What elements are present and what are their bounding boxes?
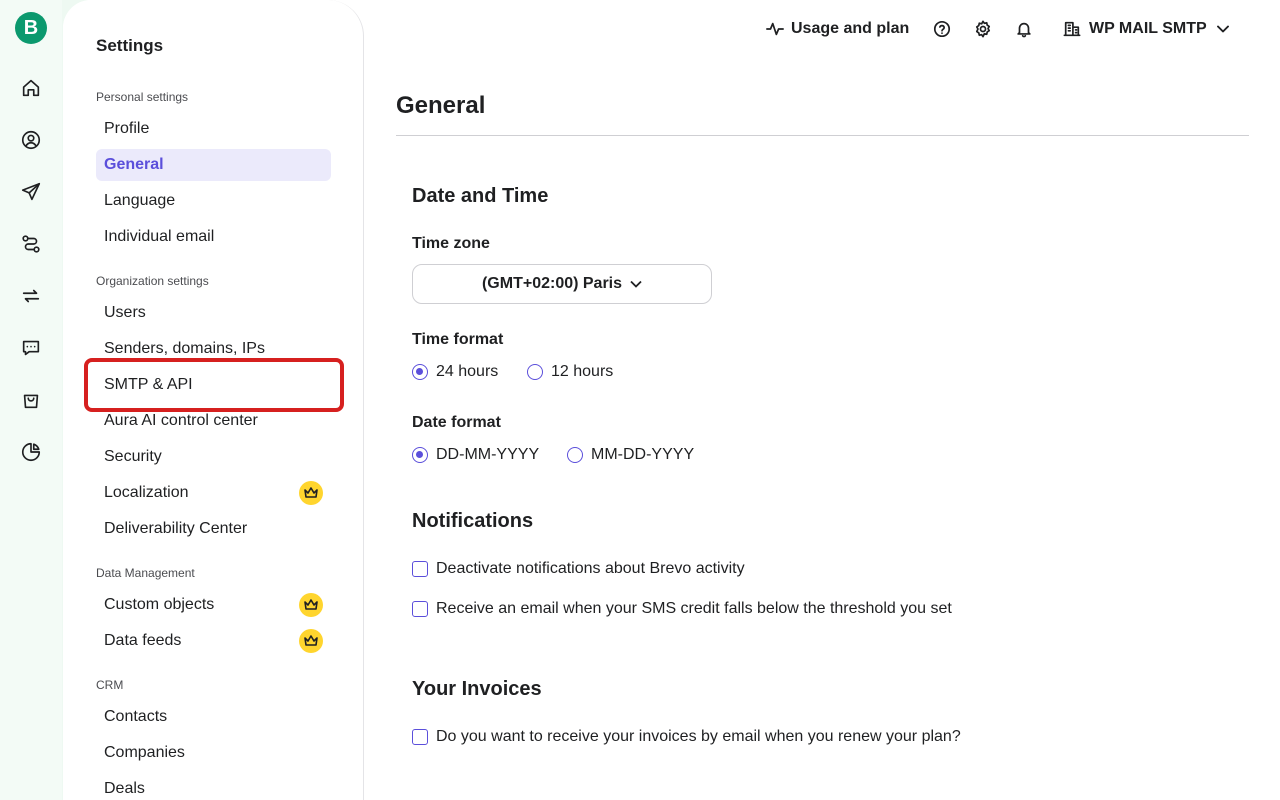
checkbox-sms-credit-email[interactable]: Receive an email when your SMS credit fa… (412, 600, 952, 618)
sidebar-item-general[interactable]: General (96, 149, 331, 181)
radio-dot (567, 447, 583, 463)
checkbox-label: Receive an email when your SMS credit fa… (436, 600, 952, 617)
gear-icon (975, 20, 991, 38)
radio-label: 24 hours (436, 363, 499, 380)
sidebar-item-deliverability[interactable]: Deliverability Center (96, 513, 331, 545)
usage-and-plan-button[interactable]: Usage and plan (766, 18, 909, 40)
contacts-icon[interactable] (19, 128, 43, 152)
transactional-icon[interactable] (19, 284, 43, 308)
radio-dot-selected (412, 447, 428, 463)
date-time-heading: Date and Time (412, 185, 549, 207)
timezone-value: (GMT+02:00) Paris (481, 275, 623, 292)
checkbox-label: Do you want to receive your invoices by … (436, 728, 961, 745)
title-divider (396, 135, 1249, 136)
help-icon (933, 20, 951, 38)
sidebar-item-deals[interactable]: Deals (96, 773, 331, 800)
sidebar-item-language[interactable]: Language (96, 185, 331, 217)
automations-icon[interactable] (19, 232, 43, 256)
sidebar-item-profile[interactable]: Profile (96, 113, 331, 145)
radio-24-hours[interactable]: 24 hours (412, 363, 498, 381)
home-icon[interactable] (19, 76, 43, 100)
chevron-down-icon (630, 280, 642, 288)
settings-sidebar: Settings Personal settings Profile Gener… (63, 0, 364, 800)
account-name: WP MAIL SMTP (1089, 20, 1207, 37)
usage-label: Usage and plan (791, 20, 910, 37)
timezone-label: Time zone (412, 235, 490, 252)
sidebar-item-individual-email[interactable]: Individual email (96, 221, 331, 253)
radio-dot-selected (412, 364, 428, 380)
invoices-heading: Your Invoices (412, 678, 542, 700)
date-format-label: Date format (412, 414, 501, 431)
radio-dd-mm-yyyy[interactable]: DD-MM-YYYY (412, 446, 539, 464)
checkbox-box (412, 729, 428, 745)
sidebar-item-label: Data feeds (104, 632, 182, 649)
conversations-icon[interactable] (19, 336, 43, 360)
brevo-logo[interactable]: B (15, 12, 47, 44)
checkbox-box (412, 561, 428, 577)
timezone-select[interactable]: (GMT+02:00) Paris (412, 264, 712, 304)
crown-icon (299, 629, 323, 653)
section-personal: Personal settings (96, 90, 189, 104)
section-crm: CRM (96, 678, 124, 692)
sidebar-item-smtp-api[interactable]: SMTP & API (96, 369, 331, 401)
sidebar-item-label: Localization (104, 484, 189, 501)
building-icon (1063, 21, 1081, 37)
sidebar-item-label: Custom objects (104, 596, 215, 613)
radio-mm-dd-yyyy[interactable]: MM-DD-YYYY (567, 446, 694, 464)
notifications-button[interactable] (1015, 18, 1033, 40)
chevron-down-icon (1216, 25, 1229, 33)
time-format-label: Time format (412, 331, 504, 348)
reports-icon[interactable] (19, 440, 43, 464)
page-title: General (396, 92, 486, 119)
sidebar-item-data-feeds[interactable]: Data feeds (96, 625, 331, 657)
bell-icon (1017, 22, 1031, 38)
radio-12-hours[interactable]: 12 hours (527, 363, 613, 381)
radio-label: MM-DD-YYYY (591, 446, 695, 463)
sidebar-item-aura[interactable]: Aura AI control center (96, 405, 331, 437)
icon-rail: B (0, 0, 62, 800)
ecommerce-icon[interactable] (19, 388, 43, 412)
notifications-heading: Notifications (412, 510, 534, 532)
account-menu[interactable]: WP MAIL SMTP (1063, 18, 1229, 40)
checkbox-box (412, 601, 428, 617)
sidebar-item-companies[interactable]: Companies (96, 737, 331, 769)
sidebar-item-users[interactable]: Users (96, 297, 331, 329)
radio-label: 12 hours (551, 363, 614, 380)
sidebar-item-senders[interactable]: Senders, domains, IPs (96, 333, 331, 365)
checkbox-label: Deactivate notifications about Brevo act… (436, 560, 745, 577)
help-button[interactable] (933, 18, 951, 40)
section-organization: Organization settings (96, 274, 209, 288)
sidebar-item-localization[interactable]: Localization (96, 477, 331, 509)
campaigns-icon[interactable] (19, 180, 43, 204)
crown-icon (299, 481, 323, 505)
section-data-management: Data Management (96, 566, 195, 580)
crown-icon (299, 593, 323, 617)
checkbox-deactivate-notifications[interactable]: Deactivate notifications about Brevo act… (412, 560, 745, 578)
checkbox-invoices-email[interactable]: Do you want to receive your invoices by … (412, 728, 961, 746)
sidebar-item-security[interactable]: Security (96, 441, 331, 473)
activity-icon (766, 22, 784, 36)
settings-title: Settings (96, 36, 164, 55)
settings-button[interactable] (974, 18, 992, 40)
radio-dot (527, 364, 543, 380)
sidebar-item-contacts[interactable]: Contacts (96, 701, 331, 733)
sidebar-item-custom-objects[interactable]: Custom objects (96, 589, 331, 621)
radio-label: DD-MM-YYYY (436, 446, 540, 463)
